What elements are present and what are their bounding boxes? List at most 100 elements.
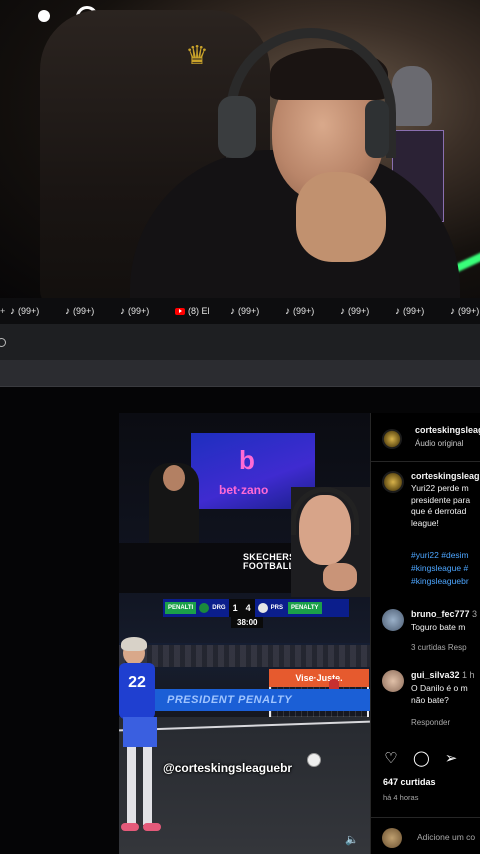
tab-label: (99+) <box>403 306 425 316</box>
comment-user[interactable]: bruno_fec777 <box>411 609 470 619</box>
shelf-figure <box>392 66 432 126</box>
comment-text: O Danilo é o m não bate? <box>411 683 468 706</box>
left-team: DRG <box>212 605 226 611</box>
player-shirt: 22 <box>119 663 155 719</box>
tab-label: (99+) <box>458 306 480 316</box>
caption-line: league! <box>411 517 439 528</box>
right-team: PRS <box>270 605 283 611</box>
bookmarks-bar <box>0 360 480 387</box>
browser-tab[interactable]: ♪ (99+) <box>10 306 65 317</box>
hashtag-line[interactable]: #yuri22 #desim <box>411 549 469 562</box>
reel-video[interactable]: b bet·zano SKECHERS FOOTBALL Vise·Juste.… <box>119 413 370 854</box>
tiktok-icon: ♪ <box>230 305 235 317</box>
adboard-right: Vise·Juste. <box>269 669 369 687</box>
post-time: há 4 horas <box>383 793 419 802</box>
caption-text: Yuri22 perde m presidente para que é der… <box>411 483 470 529</box>
score-right: 4 <box>241 599 255 617</box>
tiktok-icon: ♪ <box>120 305 125 317</box>
audio-label[interactable]: Áudio original <box>415 439 463 448</box>
player-shorts <box>123 717 157 747</box>
hashtag-line[interactable]: #kingsleaguebr <box>411 575 469 588</box>
match-clock: 38:00 <box>231 617 264 628</box>
comment-time: 3 <box>472 609 478 619</box>
video-watermark: @corteskingsleaguebr <box>163 761 293 775</box>
hashtag-line[interactable]: #kingsleague # <box>411 562 469 575</box>
browser-tab[interactable]: ♪ (99+) <box>340 306 395 317</box>
post-sidebar: corteskingsleaguebr Áudio original corte… <box>370 413 480 854</box>
comment-line: não bate? <box>411 694 449 705</box>
browser-tab[interactable]: ♪ (99+) <box>450 306 480 317</box>
player-boot <box>143 823 161 831</box>
ceiling-light <box>38 10 50 22</box>
tiktok-icon: ♪ <box>65 305 70 317</box>
streamer-webcam: ♛ <box>0 0 480 298</box>
browser-tab-bar: + ♪ (99+) ♪ (99+) ♪ (99+) (8) El ♪ (99+) ♪ (9… <box>0 298 480 324</box>
tiktok-icon: ♪ <box>395 305 400 317</box>
left-tag: PENALTI <box>165 602 197 614</box>
reply-link[interactable]: Responder <box>411 718 450 727</box>
player-leg <box>127 747 136 825</box>
ball <box>307 753 321 767</box>
browser-tab[interactable]: (8) El <box>175 306 230 316</box>
tab-label: (99+) <box>348 306 370 316</box>
caption-hashtags[interactable]: #yuri22 #desim #kingsleague # #kingsleag… <box>411 549 469 588</box>
browser-tab[interactable]: ♪ (99+) <box>395 306 450 317</box>
user-avatar <box>382 828 402 848</box>
caption-line: Yuri22 perde m <box>411 483 469 493</box>
tab-label: (99+) <box>128 306 150 316</box>
share-icon[interactable]: ➢ <box>443 751 459 767</box>
skechers-line2: FOOTBALL <box>243 561 295 571</box>
comment-avatar[interactable] <box>382 609 404 631</box>
browser-tab[interactable]: ♪ (99+) <box>120 306 175 317</box>
comment-username[interactable]: bruno_fec777 3 <box>411 609 477 619</box>
player-boot <box>121 823 139 831</box>
sponsor-name: bet·zano <box>219 483 269 497</box>
account-avatar[interactable] <box>382 429 402 449</box>
tab-label: (8) El <box>188 306 210 316</box>
add-comment-input[interactable]: Adicione um co <box>417 832 475 842</box>
browser-tab[interactable]: ♪ (99+) <box>285 306 340 317</box>
reaction-hand <box>323 563 357 591</box>
post-header: corteskingsleaguebr Áudio original <box>371 413 480 462</box>
youtube-icon <box>175 307 185 315</box>
comment-avatar[interactable] <box>382 670 404 692</box>
address-bar[interactable] <box>0 324 480 360</box>
headset-cup-left <box>218 96 256 158</box>
tab-overflow-left[interactable]: + <box>0 306 10 316</box>
comment-username[interactable]: gui_silva32 1 h <box>411 670 475 680</box>
browser-tab[interactable]: ♪ (99+) <box>65 306 120 317</box>
comment-user[interactable]: gui_silva32 <box>411 670 460 680</box>
player-leg <box>143 747 152 825</box>
volume-icon[interactable]: 🔈 <box>345 833 359 846</box>
likes-count[interactable]: 647 curtidas <box>383 777 436 787</box>
comment-icon[interactable]: ◯ <box>413 751 430 767</box>
video-person-face <box>163 465 185 491</box>
comment-meta[interactable]: 3 curtidas Resp <box>411 643 467 652</box>
streamer-hand <box>296 172 386 262</box>
right-crest-icon <box>257 603 268 613</box>
scoreboard: PENALTI DRG 1 4 PRS PENALTY <box>163 599 349 617</box>
post-actions: ♡ ◯ ➢ <box>383 751 459 767</box>
reaction-cam <box>291 487 370 597</box>
site-info-icon[interactable] <box>0 338 6 347</box>
tab-label: (99+) <box>73 306 95 316</box>
comment-text: Toguro bate m <box>411 622 466 632</box>
left-crest-icon <box>199 603 210 613</box>
caption-avatar[interactable] <box>382 471 404 493</box>
comment-line: O Danilo é o m <box>411 683 468 693</box>
add-comment-row: Adicione um co <box>371 817 480 854</box>
chair-logo-icon: ♛ <box>185 40 209 70</box>
browser-tab[interactable]: ♪ (99+) <box>230 306 285 317</box>
tiktok-icon: ♪ <box>285 305 290 317</box>
caption-line: que é derrotad <box>411 506 467 516</box>
comment-time: 1 h <box>462 670 475 680</box>
player: 22 <box>119 637 169 841</box>
caption-username[interactable]: corteskingsleaguebr <box>411 471 480 481</box>
reaction-headset <box>291 487 359 535</box>
account-name[interactable]: corteskingsleaguebr <box>415 425 480 435</box>
skechers-logo: SKECHERS FOOTBALL <box>187 553 295 571</box>
sponsor-letter: b <box>239 445 255 475</box>
heart-icon[interactable]: ♡ <box>383 751 399 767</box>
tiktok-icon: ♪ <box>340 305 345 317</box>
headset-cup-right <box>365 100 389 158</box>
